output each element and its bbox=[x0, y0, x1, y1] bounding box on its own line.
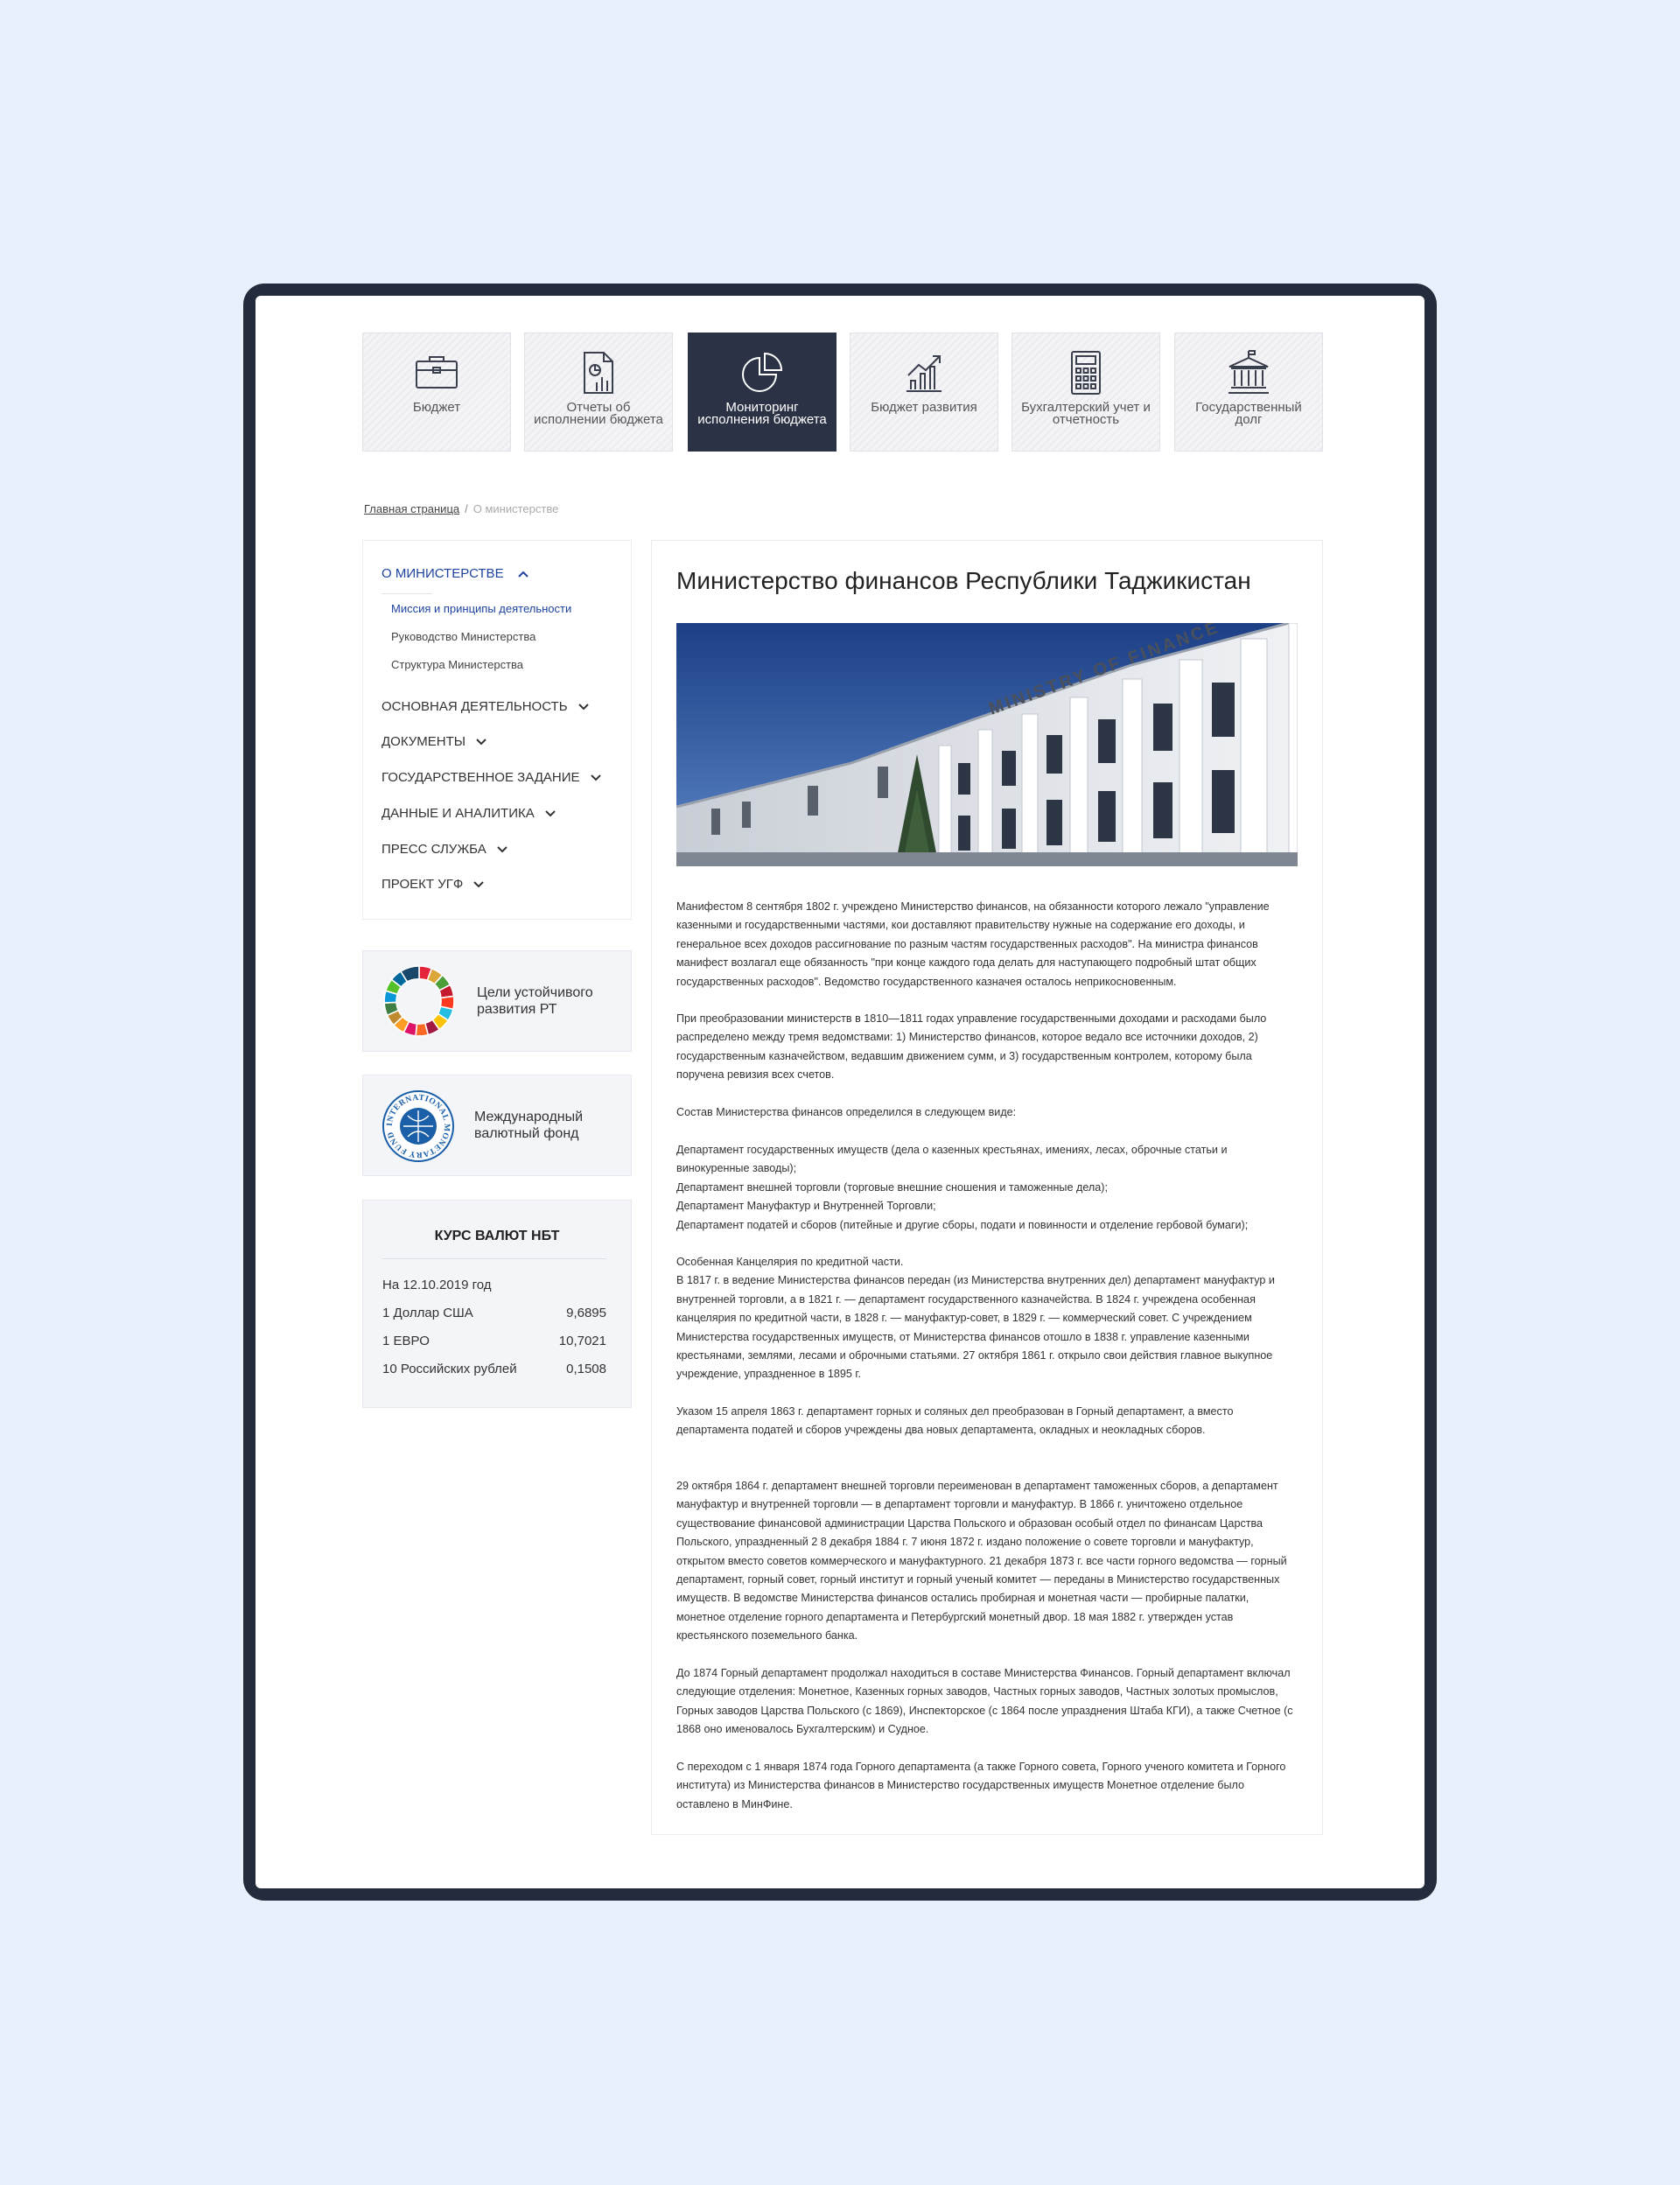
page-title: Министерство финансов Республики Таджики… bbox=[676, 567, 1251, 594]
chevron-up-icon bbox=[518, 571, 528, 578]
chevron-down-icon bbox=[476, 739, 486, 746]
article-paragraph: Манифестом 8 сентября 1802 г. учреждено … bbox=[676, 900, 1270, 988]
tile-budget-monitoring[interactable]: Мониторинг исполнения бюджета bbox=[688, 333, 836, 452]
sidebar-item-main-activity[interactable]: ОСНОВНАЯ ДЕЯТЕЛЬНОСТЬ bbox=[382, 699, 589, 714]
page-screen: Бюджет Отчеты об исполнении бюджета Мони… bbox=[256, 296, 1424, 1888]
tile-label: Бюджет bbox=[412, 400, 461, 415]
sidebar-item-documents[interactable]: ДОКУМЕНТЫ bbox=[382, 734, 486, 749]
rates-date: На 12.10.2019 год bbox=[382, 1278, 492, 1292]
sdg-wheel-logo bbox=[383, 965, 455, 1037]
main-content: Министерство финансов Республики Таджики… bbox=[651, 540, 1323, 1835]
divider bbox=[382, 593, 432, 594]
report-chart-icon bbox=[525, 349, 672, 396]
tile-label: Государственный долг bbox=[1195, 400, 1302, 427]
currency-name: 1 Доллар США bbox=[382, 1306, 473, 1320]
sidebar-section-about[interactable]: О МИНИСТЕРСТВЕ bbox=[382, 566, 528, 581]
article-paragraph: Указом 15 апреля 1863 г. департамент гор… bbox=[676, 1405, 1234, 1437]
pie-chart-icon bbox=[689, 349, 836, 396]
currency-name: 10 Российских рублей bbox=[382, 1362, 517, 1376]
breadcrumb-current: О министерстве bbox=[472, 502, 559, 515]
chevron-down-icon bbox=[590, 774, 601, 781]
tile-budget-reports[interactable]: Отчеты об исполнении бюджета bbox=[524, 333, 673, 452]
rate-row-eur: 1 ЕВРО 10,7021 bbox=[382, 1334, 606, 1348]
sidebar-subitem-mission[interactable]: Миссия и принципы деятельности bbox=[391, 602, 571, 615]
growth-chart-icon bbox=[850, 349, 998, 396]
sidebar-item-label: ДАННЫЕ И АНАЛИТИКА bbox=[382, 806, 535, 821]
calculator-icon bbox=[1012, 349, 1159, 396]
rate-row-rub: 10 Российских рублей 0,1508 bbox=[382, 1362, 606, 1376]
tile-label: Отчеты об исполнении бюджета bbox=[534, 400, 663, 427]
imf-seal-logo: INTERNATIONAL MONETARY FUND bbox=[382, 1090, 454, 1162]
sidebar-nav: О МИНИСТЕРСТВЕ Миссия и принципы деятель… bbox=[362, 540, 632, 920]
breadcrumb: Главная страница / О министерстве bbox=[364, 502, 558, 515]
government-building-icon bbox=[1175, 349, 1322, 396]
currency-name: 1 ЕВРО bbox=[382, 1334, 430, 1348]
article-paragraph: Особенная Канцелярия по кредитной части.… bbox=[676, 1256, 1275, 1381]
sidebar-item-state-task[interactable]: ГОСУДАРСТВЕННОЕ ЗАДАНИЕ bbox=[382, 770, 601, 785]
sidebar-item-label: ГОСУДАРСТВЕННОЕ ЗАДАНИЕ bbox=[382, 770, 580, 785]
rates-title: КУРС ВАЛЮТ НБТ bbox=[434, 1229, 560, 1243]
tile-accounting[interactable]: Бухгалтерский учет и отчетность bbox=[1012, 333, 1160, 452]
article-paragraph: С переходом с 1 января 1874 года Горного… bbox=[676, 1761, 1286, 1810]
sidebar-item-label: ДОКУМЕНТЫ bbox=[382, 734, 466, 749]
sidebar-item-pfm-project[interactable]: ПРОЕКТ УГФ bbox=[382, 877, 484, 892]
currency-rates-card: КУРС ВАЛЮТ НБТ На 12.10.2019 год 1 Долла… bbox=[362, 1200, 632, 1408]
ministry-building-photo: MINISTRY OF FINANCE bbox=[676, 623, 1298, 866]
chevron-down-icon bbox=[578, 704, 589, 711]
tile-budget[interactable]: Бюджет bbox=[362, 333, 511, 452]
sidebar-item-label: ПРЕСС СЛУЖБА bbox=[382, 842, 486, 857]
article-paragraph: 29 октября 1864 г. департамент внешней т… bbox=[676, 1480, 1287, 1642]
sidebar-section-label: О МИНИСТЕРСТВЕ bbox=[382, 566, 504, 581]
rate-row-usd: 1 Доллар США 9,6895 bbox=[382, 1306, 606, 1320]
chevron-down-icon bbox=[496, 846, 508, 853]
tile-label: Бухгалтерский учет и отчетность bbox=[1021, 400, 1151, 427]
sidebar-subitem-leadership[interactable]: Руководство Министерства bbox=[391, 630, 536, 643]
article-paragraph: Департамент государственных имуществ (де… bbox=[676, 1144, 1249, 1231]
briefcase-icon bbox=[363, 349, 510, 396]
sidebar-item-data-analytics[interactable]: ДАННЫЕ И АНАЛИТИКА bbox=[382, 806, 556, 821]
tile-label: Бюджет развития bbox=[871, 400, 977, 415]
article-paragraph: При преобразовании министерств в 1810—18… bbox=[676, 1012, 1267, 1082]
sidebar-item-label: ПРОЕКТ УГФ bbox=[382, 877, 464, 892]
sidebar-item-press[interactable]: ПРЕСС СЛУЖБА bbox=[382, 842, 508, 857]
sdg-card-label: Цели устойчивого развития РТ bbox=[477, 985, 593, 1017]
imf-card-label: Международный валютный фонд bbox=[474, 1110, 584, 1141]
chevron-down-icon bbox=[473, 881, 484, 888]
article-paragraph: Состав Министерства финансов определился… bbox=[676, 1106, 1017, 1118]
article-paragraph: До 1874 Горный департамент продолжал нах… bbox=[676, 1667, 1293, 1736]
currency-value: 0,1508 bbox=[566, 1362, 606, 1376]
sidebar-item-label: ОСНОВНАЯ ДЕЯТЕЛЬНОСТЬ bbox=[382, 699, 568, 714]
currency-value: 9,6895 bbox=[566, 1306, 606, 1320]
currency-value: 10,7021 bbox=[558, 1334, 606, 1348]
breadcrumb-home-link[interactable]: Главная страница bbox=[364, 502, 459, 515]
chevron-down-icon bbox=[545, 810, 556, 817]
imf-card[interactable]: INTERNATIONAL MONETARY FUND Международны… bbox=[362, 1075, 632, 1176]
divider bbox=[382, 1258, 606, 1259]
sidebar-subitem-structure[interactable]: Структура Министерства bbox=[391, 658, 523, 671]
breadcrumb-separator: / bbox=[465, 502, 468, 515]
tile-public-debt[interactable]: Государственный долг bbox=[1174, 333, 1323, 452]
tile-label: Мониторинг исполнения бюджета bbox=[697, 400, 827, 427]
category-tiles: Бюджет Отчеты об исполнении бюджета Мони… bbox=[362, 333, 1323, 452]
tile-development-budget[interactable]: Бюджет развития bbox=[850, 333, 998, 452]
sdg-card[interactable]: Цели устойчивого развития РТ bbox=[362, 950, 632, 1052]
